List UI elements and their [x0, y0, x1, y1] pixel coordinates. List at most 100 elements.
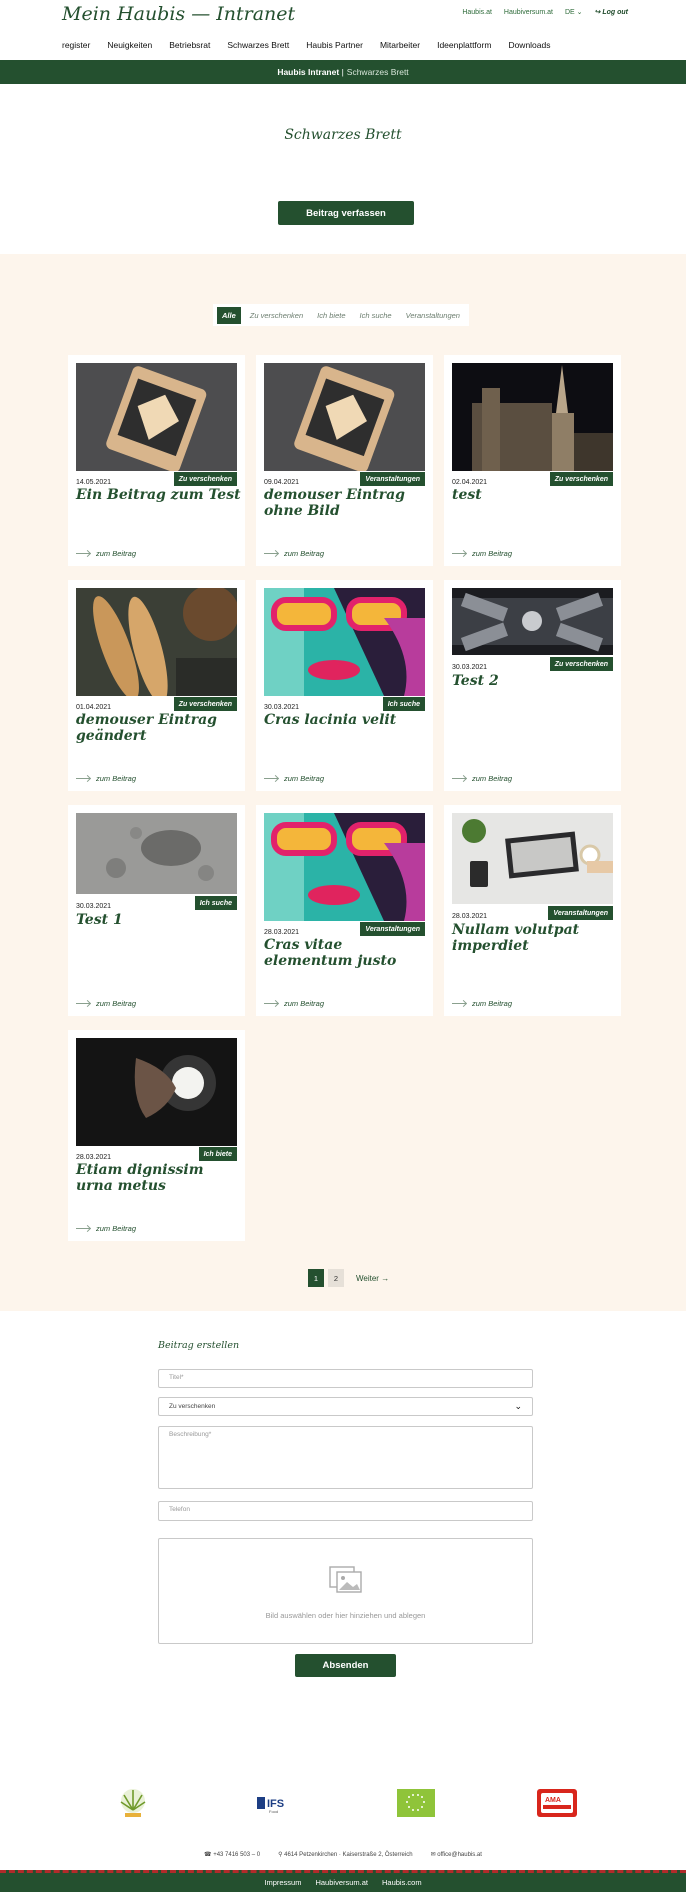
post-title[interactable]: Test 1 [76, 912, 241, 928]
post-card[interactable]: 01.04.2021 Zu verschenken demouser Eintr… [68, 580, 245, 791]
post-card[interactable]: 02.04.2021 Zu verschenken test zum Beitr… [444, 355, 621, 566]
title-input[interactable]: Titel* [158, 1369, 533, 1388]
read-more-link[interactable]: zum Beitrag [452, 774, 512, 783]
read-more-link[interactable]: zum Beitrag [76, 999, 136, 1008]
read-more-label: zum Beitrag [284, 999, 325, 1008]
category-badge: Ich suche [194, 896, 237, 910]
post-title[interactable]: Nullam volutpat imperdiet [452, 922, 617, 954]
phone-contact[interactable]: ☎ +43 7416 503 – 0 [204, 1851, 260, 1858]
category-badge: Zu verschenken [173, 697, 237, 711]
email-text: office@haubis.at [437, 1852, 482, 1858]
arrow-right-icon [76, 1228, 90, 1229]
post-date: 30.03.2021 [76, 903, 112, 910]
write-post-button[interactable]: Beitrag verfassen [278, 201, 414, 225]
post-title[interactable]: Test 2 [452, 673, 617, 689]
phone-placeholder: Telefon [169, 1506, 190, 1513]
phone-text: +43 7416 503 – 0 [213, 1852, 261, 1858]
post-card[interactable]: 30.03.2021 Ich suche Test 1 zum Beitrag [68, 805, 245, 1016]
post-date: 09.04.2021 [264, 479, 300, 486]
form-title: Beitrag erstellen [158, 1340, 240, 1351]
footer-impressum[interactable]: Impressum [264, 1878, 301, 1887]
post-title[interactable]: demouser Eintrag geändert [76, 712, 241, 744]
nav-neuigkeiten[interactable]: Neuigkeiten [107, 40, 152, 50]
post-title[interactable]: Cras lacinia velit [264, 712, 429, 728]
breadcrumb-root[interactable]: Haubis Intranet [277, 67, 339, 77]
read-more-link[interactable]: zum Beitrag [264, 999, 324, 1008]
read-more-link[interactable]: zum Beitrag [452, 999, 512, 1008]
logout-link[interactable]: ↪ Log out [595, 8, 628, 16]
nav-register[interactable]: register [62, 40, 90, 50]
arrow-right-icon [452, 1003, 466, 1004]
filter-ich-biete[interactable]: Ich biete [312, 307, 350, 324]
arrow-right-icon [264, 1003, 278, 1004]
category-select[interactable]: Zu verschenken ⌄ [158, 1397, 533, 1416]
filter-ich-suche[interactable]: Ich suche [355, 307, 397, 324]
post-title[interactable]: test [452, 487, 617, 503]
dropzone-text: Bild auswählen oder hier hinziehen und a… [265, 1611, 426, 1620]
post-date: 14.05.2021 [76, 479, 112, 486]
svg-text:AMA: AMA [545, 1797, 561, 1804]
filter-zu-verschenken[interactable]: Zu verschenken [245, 307, 308, 324]
site-logo[interactable]: Mein Haubis — Intranet [62, 3, 295, 25]
post-image-moon [76, 813, 237, 894]
post-image-graffiti [264, 813, 425, 921]
post-title[interactable]: Ein Beitrag zum Test [76, 487, 241, 503]
post-image-graffiti [264, 588, 425, 696]
post-card[interactable]: 30.03.2021 Zu verschenken Test 2 zum Bei… [444, 580, 621, 791]
post-title[interactable]: Etiam dignissim urna metus [76, 1162, 241, 1194]
filter-all[interactable]: Alle [217, 306, 241, 324]
post-card[interactable]: 28.03.2021 Ich biete Etiam dignissim urn… [68, 1030, 245, 1241]
read-more-link[interactable]: zum Beitrag [76, 549, 136, 558]
post-card[interactable]: 14.05.2021 Zu verschenken Ein Beitrag zu… [68, 355, 245, 566]
page-1[interactable]: 1 [308, 1269, 324, 1287]
post-date: 30.03.2021 [452, 664, 488, 671]
post-card[interactable]: 09.04.2021 Veranstaltungen demouser Eint… [256, 355, 433, 566]
ama-guetesiegel-logo: AMA [537, 1789, 577, 1817]
post-title[interactable]: demouser Eintrag ohne Bild [264, 487, 429, 519]
read-more-link[interactable]: zum Beitrag [76, 774, 136, 783]
image-icon [329, 1566, 362, 1593]
logout-label: Log out [602, 9, 628, 16]
arrow-right-icon [264, 553, 278, 554]
read-more-label: zum Beitrag [284, 549, 325, 558]
link-haubis[interactable]: Haubis.at [462, 9, 492, 16]
read-more-label: zum Beitrag [472, 774, 513, 783]
ifs-food-logo: IFSFood [255, 1791, 297, 1815]
description-textarea[interactable]: Beschreibung* [158, 1426, 533, 1489]
title-placeholder: Titel* [169, 1374, 184, 1381]
nav-mitarbeiter[interactable]: Mitarbeiter [380, 40, 420, 50]
image-dropzone[interactable]: Bild auswählen oder hier hinziehen und a… [158, 1538, 533, 1644]
read-more-link[interactable]: zum Beitrag [452, 549, 512, 558]
read-more-link[interactable]: zum Beitrag [264, 549, 324, 558]
read-more-label: zum Beitrag [472, 999, 513, 1008]
read-more-link[interactable]: zum Beitrag [76, 1224, 136, 1233]
filter-veranstaltungen[interactable]: Veranstaltungen [401, 307, 465, 324]
nav-haubis-partner[interactable]: Haubis Partner [306, 40, 363, 50]
contact-info: ☎ +43 7416 503 – 0 ⚲ 4614 Petzenkirchen … [0, 1851, 686, 1858]
post-card[interactable]: 30.03.2021 Ich suche Cras lacinia velit … [256, 580, 433, 791]
page-2[interactable]: 2 [328, 1269, 344, 1287]
arrow-right-icon [76, 1003, 90, 1004]
nav-betriebsrat[interactable]: Betriebsrat [169, 40, 210, 50]
phone-input[interactable]: Telefon [158, 1501, 533, 1521]
post-card[interactable]: 28.03.2021 Veranstaltungen Nullam volutp… [444, 805, 621, 1016]
link-haubiversum[interactable]: Haubiversum.at [504, 9, 553, 16]
certification-logos: IFS Food AMA [0, 1731, 686, 1871]
nav-downloads[interactable]: Downloads [508, 40, 550, 50]
chevron-down-icon: ⌄ [576, 9, 583, 16]
address-contact: ⚲ 4614 Petzenkirchen · Kaiserstraße 2, Ö… [278, 1851, 412, 1858]
post-card[interactable]: 28.03.2021 Veranstaltungen Cras vitae el… [256, 805, 433, 1016]
submit-button[interactable]: Absenden [295, 1654, 396, 1677]
nav-ideenplattform[interactable]: Ideenplattform [437, 40, 491, 50]
footer-haubiversum[interactable]: Haubiversum.at [315, 1878, 368, 1887]
read-more-label: zum Beitrag [96, 549, 137, 558]
nav-schwarzes-brett[interactable]: Schwarzes Brett [227, 40, 289, 50]
post-title[interactable]: Cras vitae elementum justo [264, 937, 429, 969]
read-more-link[interactable]: zum Beitrag [264, 774, 324, 783]
language-select[interactable]: DE ⌄ [565, 8, 583, 16]
email-contact[interactable]: ✉ office@haubis.at [431, 1851, 482, 1858]
footer-haubis-com[interactable]: Haubis.com [382, 1878, 422, 1887]
post-image-tablet [264, 363, 425, 471]
next-page-link[interactable]: Weiter → [356, 1274, 389, 1283]
post-image-tablet [76, 363, 237, 471]
